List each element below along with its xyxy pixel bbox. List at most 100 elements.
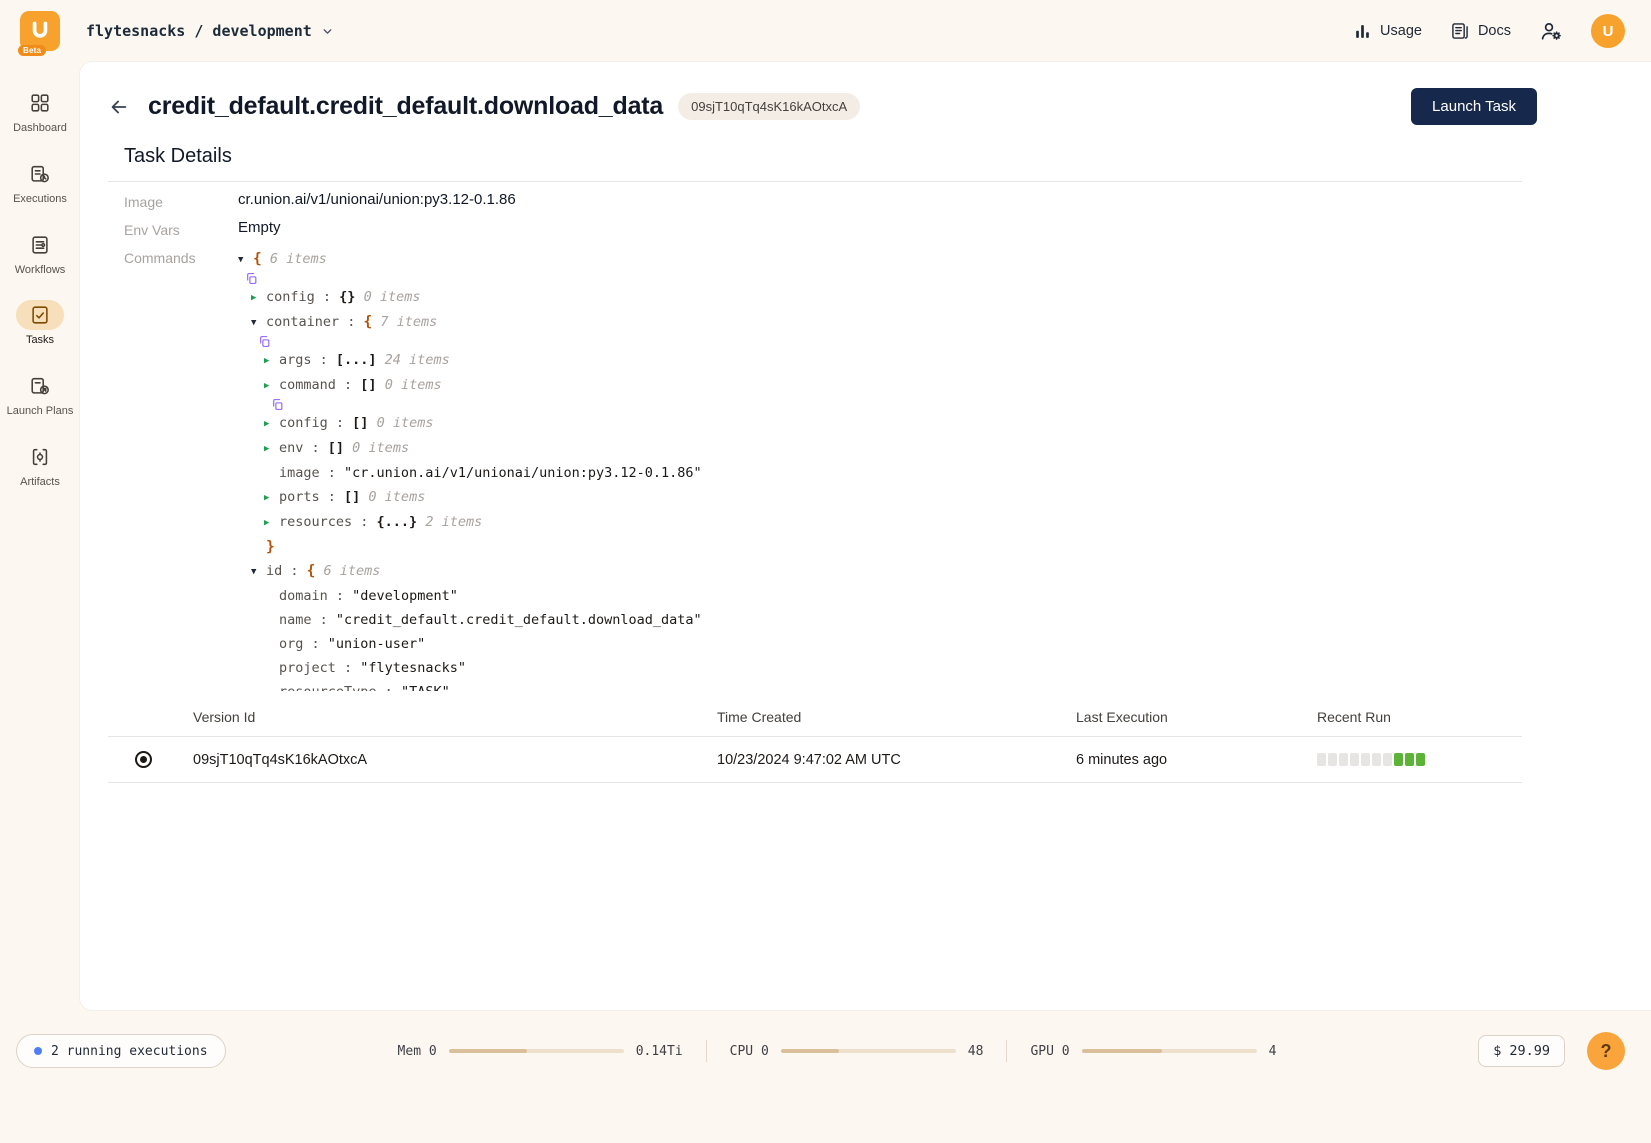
json-brace: [] (360, 377, 376, 393)
artifacts-icon (16, 442, 64, 472)
version-id-cell: 09sjT10qTq4sK16kAOtxcA (193, 737, 717, 783)
json-tree-line: ▶config : [] 0 items (238, 411, 1522, 436)
user-settings-button[interactable] (1539, 19, 1563, 43)
json-key: config (279, 415, 328, 431)
expand-icon[interactable]: ▶ (251, 286, 266, 310)
recent-run-cell-success[interactable] (1394, 753, 1403, 766)
gpu-label: GPU (1030, 1044, 1053, 1059)
page-title: credit_default.credit_default.download_d… (148, 92, 663, 121)
env-vars-label: Env Vars (124, 219, 238, 238)
json-tree-line: ▼container : { 7 items (238, 310, 1522, 348)
tasks-icon (16, 300, 64, 330)
json-tree-line: project : "flytesnacks" (238, 656, 1522, 680)
recent-run-cell-none[interactable] (1350, 753, 1359, 766)
json-item-count: 0 items (344, 440, 409, 456)
sidebar-item-workflows[interactable]: Workflows (2, 230, 78, 278)
last-execution-cell: 6 minutes ago (1076, 737, 1317, 783)
copy-icon[interactable] (258, 335, 271, 348)
time-created-cell: 10/23/2024 9:47:02 AM UTC (717, 737, 1076, 783)
json-value: "cr.union.ai/v1/unionai/union:py3.12-0.1… (344, 465, 702, 481)
recent-run-cell-none[interactable] (1383, 753, 1392, 766)
json-value: "development" (352, 588, 458, 604)
sidebar-label-artifacts: Artifacts (20, 476, 60, 490)
version-row[interactable]: 09sjT10qTq4sK16kAOtxcA10/23/2024 9:47:02… (108, 737, 1522, 783)
recent-run-cell-none[interactable] (1317, 753, 1326, 766)
json-tree-line: domain : "development" (238, 584, 1522, 608)
beta-badge: Beta (18, 45, 46, 56)
expand-icon[interactable]: ▶ (264, 437, 279, 461)
json-tree-line: ▶config : {} 0 items (238, 285, 1522, 310)
launch-task-button[interactable]: Launch Task (1411, 88, 1537, 125)
sidebar-item-executions[interactable]: Executions (2, 159, 78, 207)
recent-run-cell-none[interactable] (1328, 753, 1337, 766)
chevron-down-icon[interactable] (321, 25, 334, 38)
sidebar: Dashboard Executions Workflows Tasks Lau… (0, 62, 80, 1010)
recent-run-cell-success[interactable] (1416, 753, 1425, 766)
json-tree-line: ▶resources : {...} 2 items (238, 510, 1522, 535)
recent-run-cell-none[interactable] (1372, 753, 1381, 766)
sidebar-item-tasks[interactable]: Tasks (2, 300, 78, 348)
top-bar: Beta flytesnacks / development Usage Doc… (0, 0, 1651, 62)
union-logo[interactable]: Beta (20, 11, 60, 51)
expand-icon[interactable]: ▶ (264, 374, 279, 398)
version-badge: 09sjT10qTq4sK16kAOtxcA (678, 93, 860, 120)
gpu-meter: GPU 0 4 (1030, 1044, 1276, 1059)
expand-icon[interactable]: ▶ (264, 486, 279, 510)
recent-run-cell-none[interactable] (1361, 753, 1370, 766)
avatar[interactable]: U (1591, 14, 1625, 48)
json-key: ports (279, 489, 320, 505)
dashboard-icon (16, 88, 64, 118)
env-vars-value: Empty (238, 219, 281, 238)
main-content: credit_default.credit_default.download_d… (80, 62, 1651, 1010)
json-tree-line: image : "cr.union.ai/v1/unionai/union:py… (238, 461, 1522, 485)
json-tree-line: ▶env : [] 0 items (238, 436, 1522, 461)
json-key: resourceType (279, 684, 377, 691)
collapse-icon[interactable]: ▼ (251, 560, 266, 584)
breadcrumb[interactable]: flytesnacks / development (86, 22, 312, 40)
expand-icon[interactable]: ▶ (264, 349, 279, 373)
image-label: Image (124, 191, 238, 210)
json-item-count: 7 items (372, 314, 437, 330)
arrow-left-icon (108, 96, 130, 118)
help-button[interactable]: ? (1587, 1032, 1625, 1070)
running-executions-pill[interactable]: 2 running executions (16, 1034, 226, 1068)
json-key: project (279, 660, 336, 676)
json-value: "union-user" (328, 636, 426, 652)
sidebar-item-launch-plans[interactable]: Launch Plans (2, 371, 78, 419)
copy-icon[interactable] (271, 398, 284, 411)
column-recent-run: Recent Run (1317, 699, 1522, 737)
docs-label: Docs (1478, 23, 1511, 39)
json-key: org (279, 636, 303, 652)
json-key: resources (279, 514, 352, 530)
gpu-meter-bar (1082, 1049, 1257, 1053)
env-vars-field: Env Vars Empty (108, 210, 1522, 238)
collapse-icon[interactable]: ▼ (251, 311, 266, 335)
recent-run-cell-none[interactable] (1339, 753, 1348, 766)
workflows-icon (16, 230, 64, 260)
json-brace: [] (328, 440, 344, 456)
docs-button[interactable]: Docs (1450, 21, 1511, 41)
usage-label: Usage (1380, 23, 1422, 39)
collapse-icon[interactable]: ▼ (238, 248, 253, 272)
json-item-count: 0 items (355, 289, 420, 305)
back-button[interactable] (105, 93, 133, 121)
sidebar-item-artifacts[interactable]: Artifacts (2, 442, 78, 490)
version-radio[interactable] (135, 751, 152, 768)
expand-icon[interactable]: ▶ (264, 412, 279, 436)
running-dot-icon (34, 1047, 42, 1055)
sidebar-item-dashboard[interactable]: Dashboard (2, 88, 78, 136)
json-brace: { (364, 314, 373, 330)
sidebar-label-dashboard: Dashboard (13, 122, 67, 136)
copy-icon[interactable] (245, 272, 258, 285)
json-key: name (279, 612, 312, 628)
cost-button[interactable]: $ 29.99 (1478, 1035, 1565, 1067)
recent-run-cell-success[interactable] (1405, 753, 1414, 766)
expand-icon[interactable]: ▶ (264, 511, 279, 535)
json-tree-line: ▶command : [] 0 items (238, 373, 1522, 411)
user-gear-icon (1539, 19, 1563, 43)
json-item-count: 0 items (377, 377, 442, 393)
usage-button[interactable]: Usage (1353, 22, 1422, 41)
json-key: config (266, 289, 315, 305)
versions-table: Version Id Time Created Last Execution R… (108, 699, 1522, 783)
json-brace: [] (352, 415, 368, 431)
